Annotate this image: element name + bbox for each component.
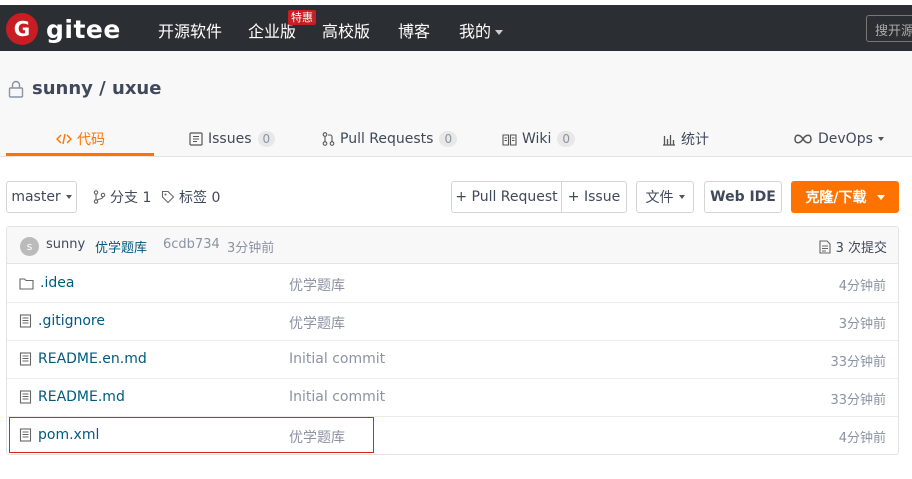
table-row[interactable]: README.md Initial commit 33分钟前 xyxy=(7,379,898,417)
tab-devops[interactable]: DevOps xyxy=(793,121,884,157)
branch-select[interactable]: master xyxy=(6,181,77,213)
branch-icon xyxy=(93,190,106,204)
issues-icon xyxy=(189,132,203,146)
nav-education[interactable]: 高校版 xyxy=(322,18,370,42)
file-icon xyxy=(19,314,32,328)
web-ide-button[interactable]: Web IDE xyxy=(704,181,782,213)
file-time: 4分钟前 xyxy=(838,279,886,294)
file-time: 33分钟前 xyxy=(830,355,886,370)
tab-label: Wiki xyxy=(522,131,552,147)
new-pull-request-button[interactable]: + Pull Request xyxy=(451,181,562,213)
tab-label: Issues xyxy=(208,131,252,147)
branch-select-value: master xyxy=(11,189,61,205)
clone-download-button[interactable]: 克隆/下载 xyxy=(791,181,899,213)
pull-request-icon xyxy=(322,132,335,146)
tab-issues[interactable]: Issues 0 xyxy=(189,121,276,157)
repo-separator: / xyxy=(92,78,112,99)
commit-count-label: 3 次提交 xyxy=(835,241,887,256)
repo-tabs: 代码 Issues 0 Pull Requests 0 Wiki 0 统计 De… xyxy=(0,121,912,157)
tab-pull-requests[interactable]: Pull Requests 0 xyxy=(322,121,458,157)
commit-author[interactable]: sunny xyxy=(46,237,85,252)
file-name[interactable]: .gitignore xyxy=(19,313,105,329)
promo-badge: 特惠 xyxy=(288,10,316,25)
file-name[interactable]: README.md xyxy=(19,389,125,405)
tab-stats[interactable]: 统计 xyxy=(662,121,709,157)
file-commit-message[interactable]: Initial commit xyxy=(289,351,385,367)
chevron-down-icon xyxy=(65,195,72,199)
nav-mine[interactable]: 我的 xyxy=(459,18,504,42)
table-row[interactable]: README.en.md Initial commit 33分钟前 xyxy=(7,341,898,379)
file-name[interactable]: README.en.md xyxy=(19,351,147,367)
file-icon xyxy=(19,390,32,404)
commits-icon xyxy=(819,239,831,254)
commit-count-link[interactable]: 3 次提交 xyxy=(819,237,887,256)
repo-name-link[interactable]: uxue xyxy=(112,78,161,99)
active-tab-indicator xyxy=(6,153,154,156)
table-row[interactable]: .idea 优学题库 4分钟前 xyxy=(7,265,898,303)
file-name[interactable]: .idea xyxy=(19,275,74,291)
file-name-label: .idea xyxy=(40,275,75,291)
file-commit-message[interactable]: 优学题库 xyxy=(289,275,345,295)
tags-label: 标签 0 xyxy=(179,190,221,206)
file-name-label: README.md xyxy=(38,389,125,405)
commit-hash[interactable]: 6cdb734 xyxy=(163,237,220,252)
folder-icon xyxy=(19,277,34,290)
gitee-logo[interactable]: G gitee xyxy=(6,13,121,45)
highlight-box xyxy=(9,417,374,453)
stats-icon xyxy=(663,134,675,146)
file-icon xyxy=(19,352,32,366)
count-badge: 0 xyxy=(557,131,576,147)
commit-time: 3分钟前 xyxy=(227,241,275,256)
tab-label: DevOps xyxy=(818,131,873,147)
top-nav: G gitee 开源软件 企业版 特惠 高校版 博客 我的 搜开源 xyxy=(0,5,912,51)
file-menu-button[interactable]: 文件 xyxy=(636,181,694,213)
tab-wiki[interactable]: Wiki 0 xyxy=(502,121,576,157)
count-badge: 0 xyxy=(439,131,458,147)
tab-code[interactable]: 代码 xyxy=(56,121,105,157)
nav-blog[interactable]: 博客 xyxy=(398,18,430,42)
code-icon xyxy=(56,133,72,145)
repo-header: sunny / uxue 代码 Issues 0 Pull Requests 0… xyxy=(0,51,912,157)
file-time: 33分钟前 xyxy=(830,393,886,408)
gitee-logo-text: gitee xyxy=(46,14,121,44)
table-row[interactable]: .gitignore 优学题库 3分钟前 xyxy=(7,303,898,341)
gitee-logo-mark: G xyxy=(6,13,38,45)
nav-mine-label: 我的 xyxy=(459,22,492,41)
latest-commit-bar: s sunny 优学题库 6cdb734 3分钟前 3 次提交 xyxy=(7,227,898,264)
chevron-down-icon xyxy=(877,137,884,141)
nav-open-source[interactable]: 开源软件 xyxy=(158,18,222,42)
chevron-down-icon xyxy=(678,195,685,199)
file-menu-label: 文件 xyxy=(645,190,674,206)
tags-link[interactable]: 标签 0 xyxy=(161,187,220,207)
wiki-icon xyxy=(502,133,517,146)
lock-icon xyxy=(8,80,24,98)
tab-label: 代码 xyxy=(77,132,105,148)
file-name-label: README.en.md xyxy=(38,351,147,367)
chevron-down-icon xyxy=(876,194,885,200)
file-time: 4分钟前 xyxy=(838,431,886,446)
tag-icon xyxy=(161,190,175,204)
file-time: 3分钟前 xyxy=(838,317,886,332)
file-commit-message[interactable]: Initial commit xyxy=(289,389,385,405)
file-name-label: .gitignore xyxy=(38,313,105,329)
branches-label: 分支 1 xyxy=(110,190,152,206)
clone-download-label: 克隆/下载 xyxy=(805,190,867,206)
tab-label: Pull Requests xyxy=(340,131,434,147)
count-badge: 0 xyxy=(257,131,276,147)
repo-title: sunny / uxue xyxy=(8,78,161,99)
tab-label: 统计 xyxy=(681,132,709,148)
branches-link[interactable]: 分支 1 xyxy=(93,187,151,207)
avatar[interactable]: s xyxy=(20,237,39,256)
devops-icon xyxy=(794,134,812,144)
file-commit-message[interactable]: 优学题库 xyxy=(289,313,345,333)
commit-message[interactable]: 优学题库 xyxy=(95,237,147,256)
new-issue-button[interactable]: + Issue xyxy=(561,181,627,213)
chevron-down-icon xyxy=(495,30,504,35)
search-input[interactable]: 搜开源 xyxy=(866,15,912,42)
repo-owner-link[interactable]: sunny xyxy=(32,78,93,99)
